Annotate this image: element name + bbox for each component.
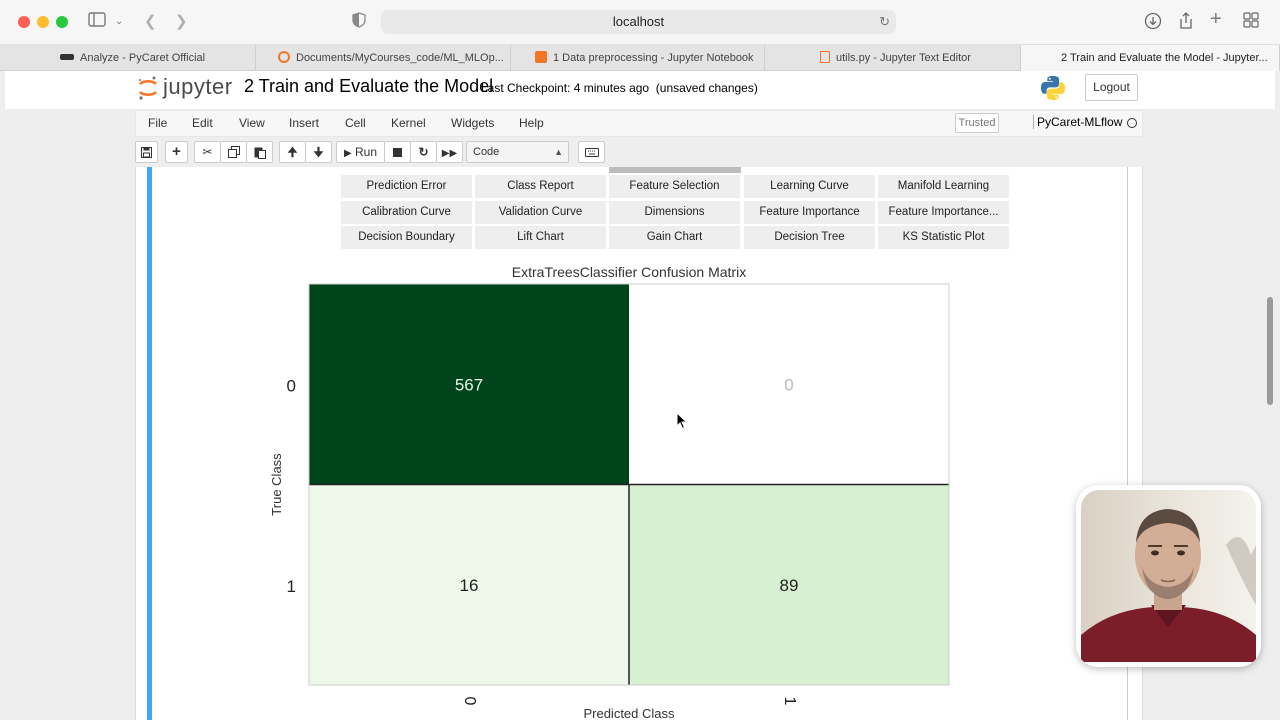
presenter-video (1081, 490, 1256, 662)
cell-value-label: 0 (784, 375, 793, 394)
y-axis-label: True Class (269, 453, 284, 516)
cell-value-label: 567 (455, 375, 483, 394)
chart-title: ExtraTreesClassifier Confusion Matrix (512, 264, 746, 280)
x-axis-label: Predicted Class (583, 706, 675, 720)
mouse-cursor-icon (676, 412, 688, 430)
x-tick-label: 0 (461, 697, 478, 706)
x-tick-label: 1 (781, 697, 798, 706)
webcam-overlay (1076, 485, 1261, 667)
y-tick-label: 1 (287, 577, 296, 596)
cell-value-label: 89 (780, 576, 799, 595)
cell-value-label: 16 (460, 576, 479, 595)
y-tick-label: 0 (287, 376, 296, 395)
screen: ⌄ ❮ ❯ localhost ↻ + Analyze - PyCaret Of… (0, 0, 1280, 720)
